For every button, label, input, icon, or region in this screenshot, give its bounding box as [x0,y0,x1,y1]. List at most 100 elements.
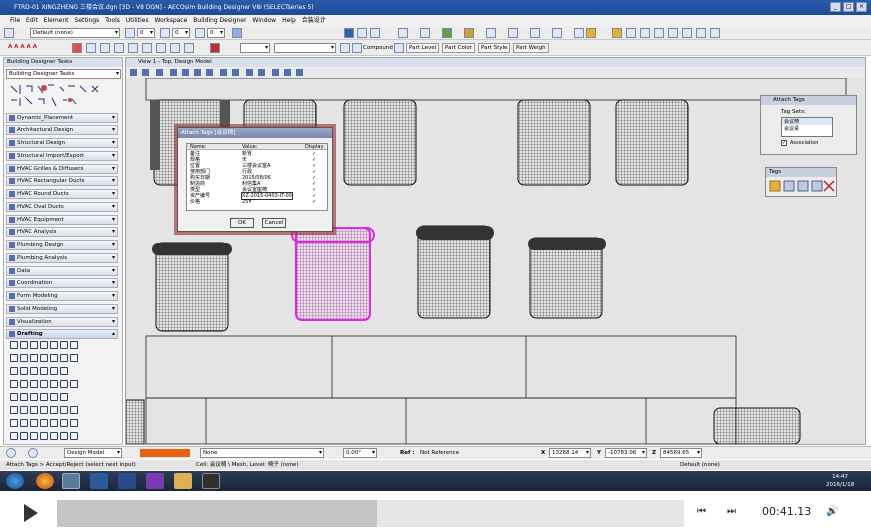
level-combo-bottom[interactable]: None [200,448,324,458]
transparency-icon[interactable] [232,28,242,38]
weight-combo[interactable]: 0 [207,28,225,38]
category-structural-design[interactable]: Structural Design ▾ [6,138,118,148]
app-icon-4[interactable] [202,473,220,489]
category-form-modeling[interactable]: Form Modeling ▾ [6,291,118,301]
drafting-tools-row-2[interactable] [10,354,116,366]
drafting-tools-row-6[interactable] [10,406,116,418]
text-tool-icon-9[interactable] [184,43,194,53]
font-combo[interactable] [274,43,336,53]
menu-utilities[interactable]: Utilities [126,15,149,26]
text-tool-icon-3[interactable] [100,43,110,53]
list-item[interactable]: 会议椅 [782,118,832,125]
skip-forward-icon[interactable]: ⏭ [727,506,736,517]
menu-help[interactable]: Help [282,15,296,26]
tool-icon-16[interactable] [668,28,678,38]
skip-back-icon[interactable]: ⏮ [697,506,706,517]
aecosim-icon[interactable] [62,473,80,489]
category-structural-import-export[interactable]: Structural Import/Export ▾ [6,151,118,161]
tool-icon-18[interactable] [696,28,706,38]
tool-icon-20[interactable] [340,43,350,53]
y-coordinate[interactable]: -10783.06 [605,448,647,458]
maximize-icon[interactable]: □ [843,2,854,12]
category-visualization[interactable]: Visualization ▾ [6,317,118,327]
tool-icon-14[interactable] [640,28,650,38]
x-coordinate[interactable]: 13268.14 [549,448,591,458]
category-hvac-rect-ducts[interactable]: HVAC Rectangular Ducts ▾ [6,176,118,186]
tool-icon-15[interactable] [654,28,664,38]
category-solid-modeling[interactable]: Solid Modeling ▾ [6,304,118,314]
minimize-icon[interactable]: _ [830,2,841,12]
list-item[interactable]: 会议桌 [782,125,832,132]
text-tool-icon-8[interactable] [170,43,180,53]
main-tool-icon[interactable] [344,28,354,38]
task-tools-icon[interactable] [8,82,118,110]
category-data[interactable]: Data ▾ [6,266,118,276]
tool-icon-17[interactable] [682,28,692,38]
style-combo[interactable]: 0 [172,28,190,38]
part-weight-button[interactable]: Part Weigh [513,43,549,53]
bold-icon[interactable] [210,43,220,53]
part-level-button[interactable]: Part Level [406,43,440,53]
main-tools-icons[interactable] [8,82,118,110]
drafting-tools-row-3[interactable] [10,367,116,379]
menu-window[interactable]: Window [252,15,276,26]
tag-sets-list[interactable]: 会议椅 会议桌 [781,117,833,137]
category-dynamic-placement[interactable]: Dynamic_Placement ▾ [6,113,118,123]
text-tools-icon[interactable]: A A A A A [8,42,37,52]
tool-icon-12[interactable] [574,28,584,38]
back-icon[interactable] [6,448,16,458]
category-hvac-oval-ducts[interactable]: HVAC Oval Ducts ▾ [6,202,118,212]
ok-button[interactable]: OK [230,218,254,228]
menu-file[interactable]: File [10,15,20,26]
category-hvac-equipment[interactable]: HVAC Equipment ▾ [6,215,118,225]
close-icon[interactable]: × [856,2,867,12]
start-icon[interactable] [6,473,24,489]
tool-icon-6[interactable] [442,28,452,38]
folder-icon[interactable] [174,473,192,489]
part-color-button[interactable]: Part Color [442,43,475,53]
text-tool-icon-7[interactable] [156,43,166,53]
category-drafting[interactable]: Drafting ▴ [6,329,118,339]
menu-settings[interactable]: Settings [75,15,100,26]
tool-icon-10[interactable] [530,28,540,38]
level-manager-icon[interactable] [4,28,14,38]
table-row[interactable]: 价格 25¥ ✓ [187,199,327,205]
menu-element[interactable]: Element [44,15,69,26]
color-icon[interactable] [125,28,135,38]
view-buttons-icon[interactable] [140,449,190,457]
drafting-tools-row-4[interactable] [10,380,116,392]
category-plumbing-design[interactable]: Plumbing Design ▾ [6,240,118,250]
forward-icon[interactable] [28,448,38,458]
color-combo[interactable]: 0 [137,28,155,38]
menu-tools[interactable]: Tools [105,15,120,26]
tool-icon-2[interactable] [357,28,367,38]
snap-icon[interactable] [612,28,622,38]
tool-icon-4[interactable] [398,28,408,38]
line-weight-icon[interactable] [195,28,205,38]
tool-icon-5[interactable] [420,28,430,38]
compound-checkbox[interactable] [352,43,362,53]
text-tool-icon-6[interactable] [142,43,152,53]
drafting-tools-row-7[interactable] [10,419,116,431]
volume-icon[interactable]: 🔊 [826,506,838,517]
category-plumbing-analysis[interactable]: Plumbing Analysis ▾ [6,253,118,263]
play-icon[interactable] [24,504,38,522]
association-checkbox[interactable]: ✓ [781,140,787,146]
menu-edit[interactable]: Edit [26,15,38,26]
app-icon-3[interactable] [118,473,136,489]
text-tool-icon-4[interactable] [114,43,124,53]
category-hvac-analysis[interactable]: HVAC Analysis ▾ [6,227,118,237]
menu-building-designer[interactable]: Building Designer [193,15,246,26]
tool-icon-9[interactable] [508,28,518,38]
font-size-combo[interactable] [240,43,270,53]
tags-tools-icon[interactable] [766,177,836,195]
tool-icon-8[interactable] [486,28,496,38]
text-tool-icon[interactable] [72,43,82,53]
category-coordination[interactable]: Coordination ▾ [6,278,118,288]
part-style-button[interactable]: Part Style [478,43,511,53]
visual-studio-icon[interactable] [146,473,164,489]
task-selector[interactable]: Building Designer Tasks [6,69,121,79]
line-style-icon[interactable] [160,28,170,38]
tool-icon-11[interactable] [552,28,562,38]
tool-icon-7[interactable] [464,28,474,38]
